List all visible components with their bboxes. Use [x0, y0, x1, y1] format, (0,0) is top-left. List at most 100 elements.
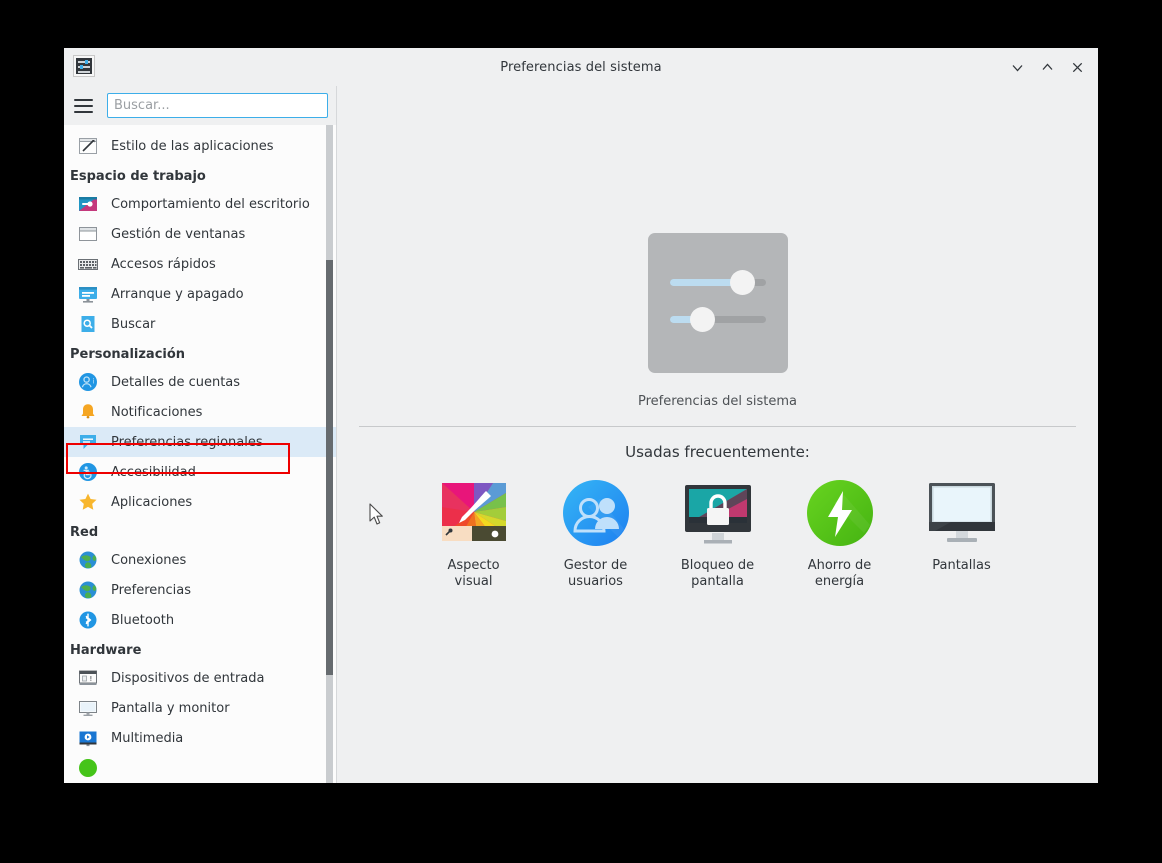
section-divider [359, 426, 1076, 427]
svg-text:!: ! [90, 675, 93, 683]
main-content: Preferencias del sistema Usadas frecuent… [337, 86, 1098, 783]
sidebar-scrollbar[interactable] [326, 125, 333, 783]
freq-item-aspecto-visual[interactable]: Aspecto visual [433, 477, 515, 590]
sidebar-group: Personalización i Detalles de cuen [64, 339, 336, 517]
sidebar-item-label: Conexiones [111, 553, 186, 568]
freq-item-pantallas[interactable]: Pantallas [921, 477, 1003, 590]
sidebar-item-detalles-de-cuentas[interactable]: i Detalles de cuentas [64, 367, 336, 397]
sidebar-item-arranque-y-apagado[interactable]: Arranque y apagado [64, 279, 336, 309]
frequently-used-title: Usadas frecuentemente: [337, 443, 1098, 461]
maximize-icon[interactable] [1034, 54, 1060, 80]
sidebar-item-partial-bottom[interactable] [64, 753, 336, 783]
hero-section: Preferencias del sistema [337, 86, 1098, 409]
globe-icon [77, 579, 99, 601]
sidebar-item-bluetooth[interactable]: Bluetooth [64, 605, 336, 635]
sidebar-item-accesibilidad[interactable]: Accesibilidad [64, 457, 336, 487]
sidebar-item-conexiones[interactable]: Conexiones [64, 545, 336, 575]
screen-lock-icon [682, 477, 754, 549]
title-bar: Preferencias del sistema [64, 48, 1098, 86]
freq-item-label: Ahorro de energía [799, 558, 881, 590]
display-monitor-icon [77, 697, 99, 719]
bell-icon [77, 401, 99, 423]
svg-text:i: i [93, 378, 95, 386]
freq-item-bloqueo-de-pantalla[interactable]: Bloqueo de pantalla [677, 477, 759, 590]
window-body: A Tipos de letra [64, 86, 1098, 783]
sidebar-item-label: Buscar [111, 317, 155, 332]
startup-shutdown-icon [77, 283, 99, 305]
hamburger-menu-icon[interactable] [74, 95, 98, 117]
sidebar-group-header: Hardware [64, 635, 336, 663]
close-icon[interactable] [1064, 54, 1090, 80]
sidebar-item-buscar[interactable]: Buscar [64, 309, 336, 339]
sidebar-item-notificaciones[interactable]: Notificaciones [64, 397, 336, 427]
sidebar-item-label: Aplicaciones [111, 495, 192, 510]
freq-item-label: Gestor de usuarios [555, 558, 637, 590]
sidebar-item-gestion-de-ventanas[interactable]: Gestión de ventanas [64, 219, 336, 249]
star-icon [77, 491, 99, 513]
sidebar-item-label: Bluetooth [111, 613, 174, 628]
sidebar-item-label: Gestión de ventanas [111, 227, 245, 242]
sidebar-item-estilo-de-las-aplicaciones[interactable]: Estilo de las aplicaciones [64, 131, 336, 161]
bluetooth-icon [77, 609, 99, 631]
sidebar-item-aplicaciones[interactable]: Aplicaciones [64, 487, 336, 517]
sidebar-item-label: Multimedia [111, 731, 183, 746]
sidebar-item-label: Pantalla y monitor [111, 701, 230, 716]
search-file-icon [77, 313, 99, 335]
freq-item-label: Bloqueo de pantalla [677, 558, 759, 590]
sidebar-item-preferencias-regionales[interactable]: Preferencias regionales [64, 427, 336, 457]
input-devices-icon: ! [77, 667, 99, 689]
sidebar-item-label: Accesibilidad [111, 465, 196, 480]
sidebar-item-comportamiento-del-escritorio[interactable]: Comportamiento del escritorio [64, 189, 336, 219]
sidebar-item-pantalla-y-monitor[interactable]: Pantalla y monitor [64, 693, 336, 723]
system-settings-window: Preferencias del sistema [64, 48, 1098, 783]
sidebar-list[interactable]: A Tipos de letra [64, 125, 336, 783]
freq-item-gestor-de-usuarios[interactable]: Gestor de usuarios [555, 477, 637, 590]
search-input[interactable] [107, 93, 328, 118]
frequently-used-grid: Aspecto visual [337, 477, 1098, 590]
sidebar-group: A Tipos de letra [64, 125, 336, 161]
sidebar-item-label: Comportamiento del escritorio [111, 197, 310, 212]
hero-caption: Preferencias del sistema [337, 394, 1098, 409]
regional-settings-icon [77, 431, 99, 453]
keyboard-shortcuts-icon [77, 253, 99, 275]
fonts-icon: A [77, 125, 99, 127]
sidebar-item-label: Arranque y apagado [111, 287, 244, 302]
sidebar-scrollbar-thumb[interactable] [326, 260, 333, 675]
user-account-icon: i [77, 371, 99, 393]
freq-item-ahorro-de-energia[interactable]: Ahorro de energía [799, 477, 881, 590]
sidebar-group: Red Conexiones [64, 517, 336, 635]
sidebar-search-row [64, 86, 336, 125]
sidebar-item-label: Preferencias [111, 583, 191, 598]
sidebar: A Tipos de letra [64, 86, 337, 783]
multimedia-icon [77, 727, 99, 749]
window-title: Preferencias del sistema [64, 60, 1098, 75]
power-saving-icon [804, 477, 876, 549]
sidebar-item-dispositivos-de-entrada[interactable]: ! Dispositivos de entrada [64, 663, 336, 693]
system-settings-sliders-icon [648, 233, 788, 373]
appearance-colorwheel-brush-icon [438, 477, 510, 549]
system-settings-icon [73, 55, 95, 77]
sidebar-item-preferencias[interactable]: Preferencias [64, 575, 336, 605]
sidebar-item-accesos-rapidos[interactable]: Accesos rápidos [64, 249, 336, 279]
freq-item-label: Aspecto visual [433, 558, 515, 590]
sidebar-item-multimedia[interactable]: Multimedia [64, 723, 336, 753]
sidebar-item-label: Detalles de cuentas [111, 375, 240, 390]
sidebar-group-header: Red [64, 517, 336, 545]
globe-icon [77, 549, 99, 571]
users-manager-icon [560, 477, 632, 549]
window-management-icon [77, 223, 99, 245]
sidebar-group-header: Personalización [64, 339, 336, 367]
sidebar-group: Espacio de trabajo [64, 161, 336, 339]
sidebar-item-label: Preferencias regionales [111, 435, 263, 450]
sidebar-item-label: Notificaciones [111, 405, 202, 420]
displays-monitor-icon [926, 477, 998, 549]
desktop-behavior-icon [77, 193, 99, 215]
window-controls [1004, 48, 1090, 86]
sidebar-group: Hardware ! Disp [64, 635, 336, 783]
sidebar-item-label: Dispositivos de entrada [111, 671, 265, 686]
power-management-icon [77, 757, 99, 779]
minimize-icon[interactable] [1004, 54, 1030, 80]
application-style-icon [77, 135, 99, 157]
accessibility-icon [77, 461, 99, 483]
freq-item-label: Pantallas [921, 558, 1003, 574]
